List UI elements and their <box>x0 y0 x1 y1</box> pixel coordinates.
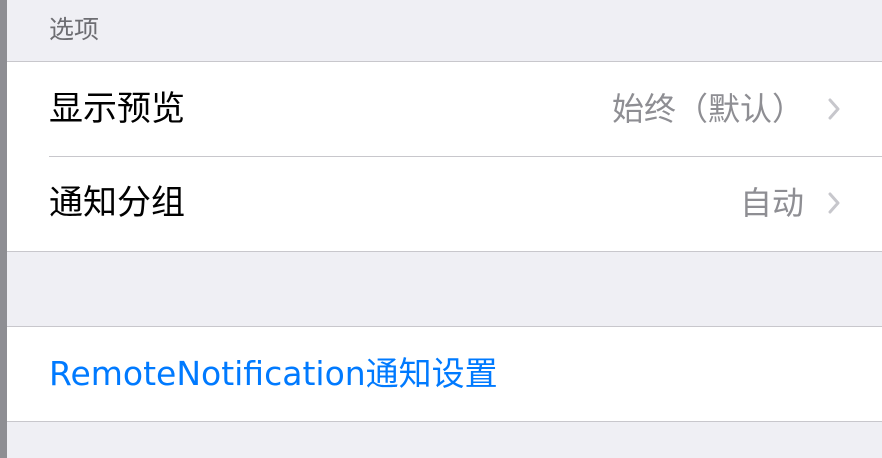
show-preview-value: 始终（默认） <box>611 90 804 128</box>
notification-grouping-label: 通知分组 <box>49 183 185 223</box>
window-edge <box>0 0 7 458</box>
remote-notification-settings-row[interactable]: RemoteNotification通知设置 <box>7 327 882 421</box>
options-section-header: 选项 <box>7 0 882 62</box>
remote-notification-settings-link[interactable]: RemoteNotification通知设置 <box>49 327 498 421</box>
settings-page: 选项 显示预览 始终（默认） 通知分组 自动 RemoteNotificatio… <box>7 0 882 458</box>
chevron-right-icon <box>828 98 840 120</box>
show-preview-row[interactable]: 显示预览 始终（默认） <box>7 62 882 156</box>
notification-grouping-value: 自动 <box>739 184 804 222</box>
notification-grouping-row[interactable]: 通知分组 自动 <box>7 156 882 250</box>
options-section-title: 选项 <box>49 15 100 44</box>
show-preview-label: 显示预览 <box>49 89 185 129</box>
options-group: 显示预览 始终（默认） 通知分组 自动 <box>7 61 882 252</box>
chevron-right-icon <box>828 192 840 214</box>
remote-notification-group: RemoteNotification通知设置 <box>7 326 882 422</box>
